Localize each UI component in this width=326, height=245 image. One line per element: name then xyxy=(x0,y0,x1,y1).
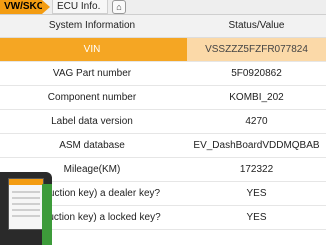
tab-bar: VW/SKODA/S... ECU Info. ⌂ xyxy=(0,0,326,15)
table-row[interactable]: Component number KOMBI_202 xyxy=(0,86,326,110)
device-green-edge xyxy=(42,184,52,245)
row-label: Label data version xyxy=(51,116,133,127)
row-value: EV_DashBoardVDDMQBAB xyxy=(193,140,320,151)
row-label: VAG Part number xyxy=(52,68,132,79)
breadcrumb-arrow-icon xyxy=(42,0,50,14)
row-value: YES xyxy=(246,212,267,223)
row-value: YES xyxy=(246,188,267,199)
row-value: 4270 xyxy=(245,116,268,127)
table-row[interactable]: Label data version 4270 xyxy=(0,110,326,134)
row-label: VIN xyxy=(83,44,101,55)
row-label: ASM database xyxy=(59,140,125,151)
tab-vehicle-brand[interactable]: VW/SKODA/S... xyxy=(0,0,42,14)
row-value: 5F0920862 xyxy=(231,68,282,79)
row-value: VSSZZZ5FZFR077824 xyxy=(187,38,326,61)
table-row[interactable]: ASM database EV_DashBoardVDDMQBAB xyxy=(0,134,326,158)
row-label: Component number xyxy=(47,92,137,103)
table-row[interactable]: VIN VSSZZZ5FZFR077824 xyxy=(0,38,326,62)
device-screen xyxy=(8,178,44,230)
column-header-status-value: Status/Value xyxy=(228,20,285,31)
device-photo-overlay xyxy=(0,172,52,245)
tab-ecu-info[interactable]: ECU Info. xyxy=(52,0,108,14)
row-value: 172322 xyxy=(239,164,274,175)
column-header-system-information: System Information xyxy=(48,20,136,31)
row-value: KOMBI_202 xyxy=(229,92,284,103)
home-icon[interactable]: ⌂ xyxy=(112,0,126,14)
table-row[interactable]: VAG Part number 5F0920862 xyxy=(0,62,326,86)
table-header: System Information Status/Value xyxy=(0,15,326,38)
